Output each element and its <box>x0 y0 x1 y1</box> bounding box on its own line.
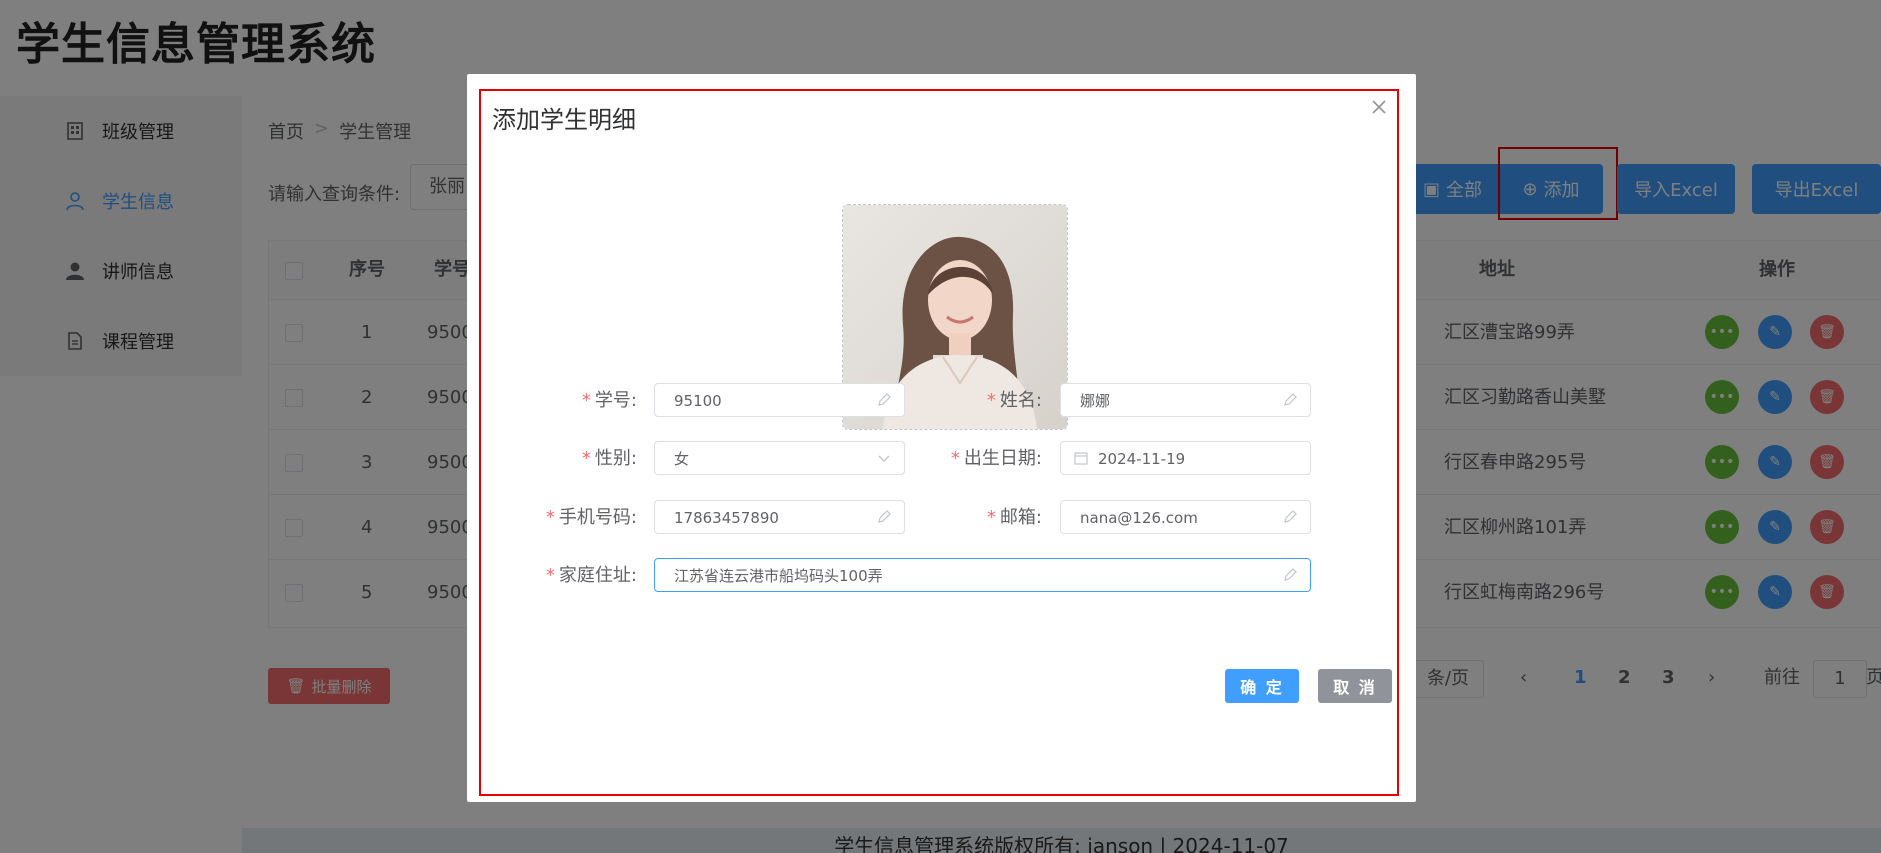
gender-select[interactable]: 女 <box>654 441 905 475</box>
phone-value: 17863457890 <box>674 509 779 527</box>
calendar-icon <box>1073 450 1089 466</box>
edit-icon <box>1282 567 1298 583</box>
edit-icon <box>876 509 892 525</box>
chevron-down-icon <box>876 450 892 466</box>
cancel-button[interactable]: 取 消 <box>1318 669 1392 703</box>
add-student-dialog: 添加学生明细 * 学号: 95100 * 姓名: 娜娜 * 性别: 女 * 出生… <box>467 74 1416 802</box>
birthday-value: 2024-11-19 <box>1098 450 1186 468</box>
email-input[interactable]: nana@126.com <box>1060 500 1311 534</box>
edit-icon <box>1282 392 1298 408</box>
student-no-label: * 学号: <box>581 390 637 411</box>
edit-icon <box>876 392 892 408</box>
gender-label: * 性别: <box>581 448 637 469</box>
email-value: nana@126.com <box>1080 509 1198 527</box>
name-label: * 姓名: <box>986 390 1042 411</box>
address-input[interactable]: 江苏省连云港市船坞码头100弄 <box>654 558 1311 592</box>
email-label: * 邮箱: <box>986 507 1042 528</box>
name-input[interactable]: 娜娜 <box>1060 383 1311 417</box>
address-label: * 家庭住址: <box>545 565 637 586</box>
edit-icon <box>1282 509 1298 525</box>
name-value: 娜娜 <box>1080 392 1111 410</box>
phone-input[interactable]: 17863457890 <box>654 500 905 534</box>
confirm-button[interactable]: 确 定 <box>1225 669 1299 703</box>
address-value: 江苏省连云港市船坞码头100弄 <box>674 567 883 585</box>
student-no-input[interactable]: 95100 <box>654 383 905 417</box>
phone-label: * 手机号码: <box>545 507 637 528</box>
birthday-picker[interactable]: 2024-11-19 <box>1060 441 1311 475</box>
gender-value: 女 <box>674 450 690 468</box>
dialog-title: 添加学生明细 <box>492 106 636 134</box>
birthday-label: * 出生日期: <box>950 448 1042 469</box>
close-icon[interactable] <box>1370 98 1388 116</box>
student-no-value: 95100 <box>674 392 722 410</box>
